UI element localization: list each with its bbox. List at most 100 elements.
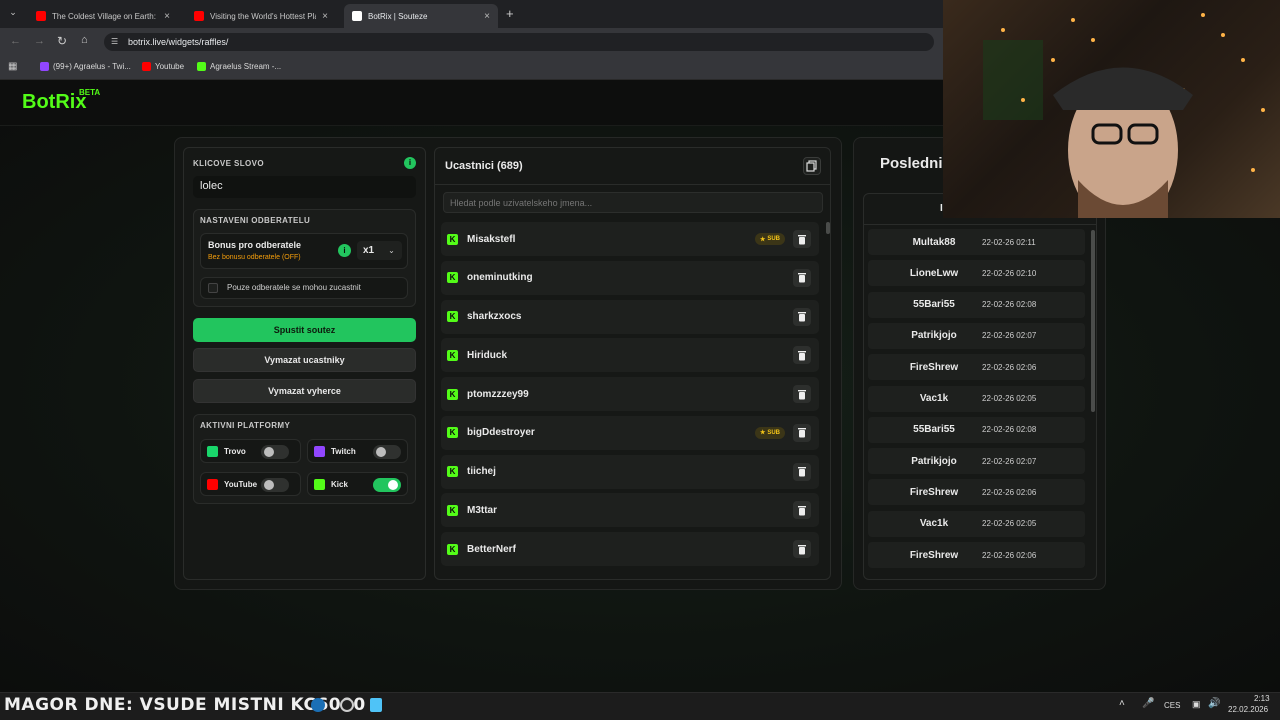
forward-icon[interactable]: → (34, 35, 45, 47)
participant-row[interactable]: K M3ttar (441, 493, 819, 528)
bookmark-icon (142, 62, 151, 71)
back-icon[interactable]: ← (10, 35, 21, 47)
tab-title: Visiting the World's Hottest Pla (210, 11, 317, 21)
delete-icon[interactable] (793, 423, 811, 442)
volume-icon[interactable]: 🔊 (1208, 698, 1220, 709)
copy-icon[interactable] (803, 157, 821, 175)
platform-toggle[interactable] (373, 445, 401, 459)
start-raffle-button[interactable]: Spustit soutez (193, 318, 416, 342)
subs-only-checkbox[interactable] (208, 283, 218, 293)
participant-name: M3ttar (467, 504, 498, 516)
tab-favicon-icon (352, 11, 362, 21)
chevron-down-icon: ⌄ (388, 246, 395, 255)
tab-favicon-icon (36, 11, 46, 21)
winner-row: 55Bari55 22-02-26 02:08 (868, 291, 1085, 318)
platform-trovo: Trovo (200, 439, 301, 463)
browser-tab[interactable]: BotRix | Souteze × (344, 4, 498, 28)
url-field[interactable]: botrix.live/widgets/raffles/ (104, 33, 934, 51)
clear-winners-button[interactable]: Vymazat vyherce (193, 379, 416, 403)
participant-name: Hiriduck (467, 349, 508, 361)
delete-icon[interactable] (793, 540, 811, 558)
winner-row: LioneLww 22-02-26 02:10 (868, 260, 1085, 287)
notepad-icon[interactable] (370, 698, 382, 712)
sub-badge: ★ SUB (754, 233, 785, 245)
language-indicator[interactable]: CES (1164, 701, 1180, 710)
bonus-title: Bonus pro odberatele (208, 240, 302, 250)
participant-row[interactable]: Ktiichej (441, 454, 819, 489)
platform-toggle[interactable] (261, 445, 289, 459)
platform-label: Twitch (331, 447, 356, 456)
steam-icon[interactable] (311, 698, 325, 712)
delete-icon[interactable] (793, 230, 811, 248)
winner-time: 22-02-26 02:06 (982, 550, 1037, 560)
delete-icon[interactable] (793, 462, 811, 481)
participant-row[interactable]: K Hiriduck (441, 338, 819, 373)
kick-icon: K (447, 427, 458, 439)
platform-toggle[interactable] (373, 478, 401, 492)
clock-date[interactable]: 22.02.2026 (1228, 705, 1268, 714)
subs-only-label: Pouze odberatele se mohou zucastnit (227, 283, 361, 292)
bookmark-item[interactable]: Youtube (142, 62, 184, 71)
home-icon[interactable]: ⌂ (81, 34, 88, 46)
participant-row[interactable]: Ksharkzxocs (441, 299, 819, 334)
kick-icon: K (447, 349, 458, 361)
bookmark-label: Agraelus Stream -... (210, 62, 282, 71)
clock-time[interactable]: 2:13 (1254, 694, 1270, 703)
winners-header-divider (863, 224, 1097, 225)
winners-scrollbar[interactable] (1091, 230, 1095, 412)
participant-row[interactable]: K Misakstefl ★ SUB (441, 222, 819, 256)
platforms-label: AKTIVNI PLATFORMY (200, 421, 291, 430)
new-tab-icon[interactable]: + (506, 6, 514, 21)
tab-favicon-icon (194, 11, 204, 21)
bookmark-item[interactable]: (99+) Agraelus - Twi... (40, 62, 131, 71)
winner-time: 22-02-26 02:07 (982, 331, 1037, 341)
network-icon[interactable]: ▣ (1192, 699, 1201, 710)
close-tab-icon[interactable]: × (164, 11, 170, 22)
delete-icon[interactable] (793, 268, 811, 287)
winner-name: FireShrew (909, 486, 959, 498)
winner-name: 55Bari55 (913, 424, 955, 436)
apps-grid-icon[interactable]: ▦ (8, 61, 17, 72)
platform-kick: Kick (307, 472, 408, 496)
browser-tab[interactable]: Visiting the World's Hottest Pla × (186, 4, 336, 28)
reload-icon[interactable]: ↻ (57, 34, 67, 48)
participant-row[interactable]: KbigDdestroyer ★ SUB (441, 415, 819, 450)
platform-icon (207, 446, 218, 457)
multiplier-value: x1 (363, 245, 375, 256)
kick-icon: K (447, 311, 458, 322)
tab-list-chevron-icon[interactable]: ⌄ (6, 7, 20, 21)
participant-row[interactable]: Kptomzzzey99 (441, 377, 819, 411)
participant-name: Misakstefl (467, 233, 516, 245)
delete-icon[interactable] (793, 346, 811, 365)
keyword-input[interactable]: lolec (193, 176, 416, 198)
tray-chevron-icon[interactable]: ˄ (1119, 698, 1125, 709)
webcam-overlay (943, 0, 1280, 218)
delete-icon[interactable] (793, 307, 811, 326)
bookmark-item[interactable]: Agraelus Stream -... (197, 62, 281, 71)
close-tab-icon[interactable]: × (484, 11, 490, 22)
site-info-icon[interactable]: ☰ (111, 37, 118, 46)
clear-participants-button[interactable]: Vymazat ucastniky (193, 348, 416, 372)
participant-row[interactable]: K BetterNerf (441, 532, 819, 566)
multiplier-select[interactable]: x1 ⌄ (357, 241, 402, 260)
participants-scrollbar[interactable] (826, 222, 830, 234)
winner-name: Patrikjojo (911, 330, 957, 342)
microphone-icon[interactable]: 🎤 (1142, 698, 1154, 709)
winner-row: Patrikjojo 22-02-26 02:07 (868, 448, 1085, 475)
app-icon[interactable] (340, 698, 354, 712)
participant-search-input[interactable] (443, 192, 823, 213)
bookmark-icon (197, 62, 206, 71)
kick-icon: K (447, 272, 458, 284)
platform-toggle[interactable] (261, 478, 289, 492)
participant-row[interactable]: Koneminutking (441, 260, 819, 295)
browser-tab[interactable]: The Coldest Village on Earth: O × (28, 4, 178, 28)
winner-name: FireShrew (909, 361, 959, 373)
botrix-logo[interactable]: BotRix (22, 91, 86, 114)
delete-icon[interactable] (793, 501, 811, 520)
platform-twitch: Twitch (307, 439, 408, 463)
kick-icon: K (447, 388, 458, 400)
bonus-info-icon[interactable]: i (338, 244, 351, 257)
info-icon[interactable]: i (404, 157, 416, 169)
delete-icon[interactable] (793, 385, 811, 403)
close-tab-icon[interactable]: × (322, 11, 328, 22)
